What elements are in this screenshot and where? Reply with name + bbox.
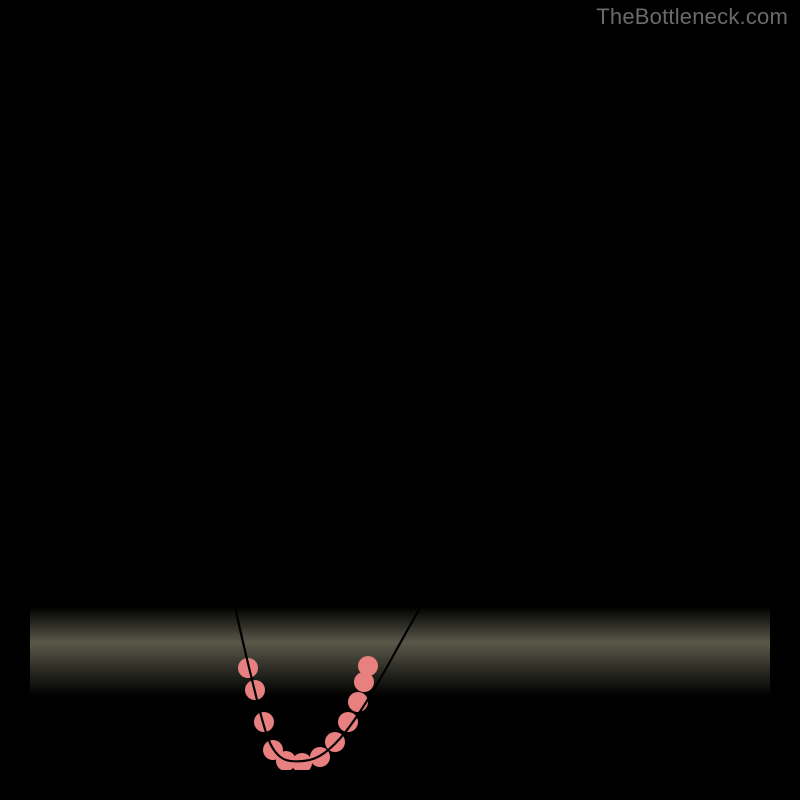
data-point-marker xyxy=(358,656,378,676)
watermark-text: TheBottleneck.com xyxy=(596,4,788,30)
chart-svg xyxy=(30,30,770,770)
plot-area xyxy=(30,30,770,770)
bottleneck-curve xyxy=(72,30,770,761)
marker-group xyxy=(238,656,378,770)
chart-frame: TheBottleneck.com xyxy=(0,0,800,800)
